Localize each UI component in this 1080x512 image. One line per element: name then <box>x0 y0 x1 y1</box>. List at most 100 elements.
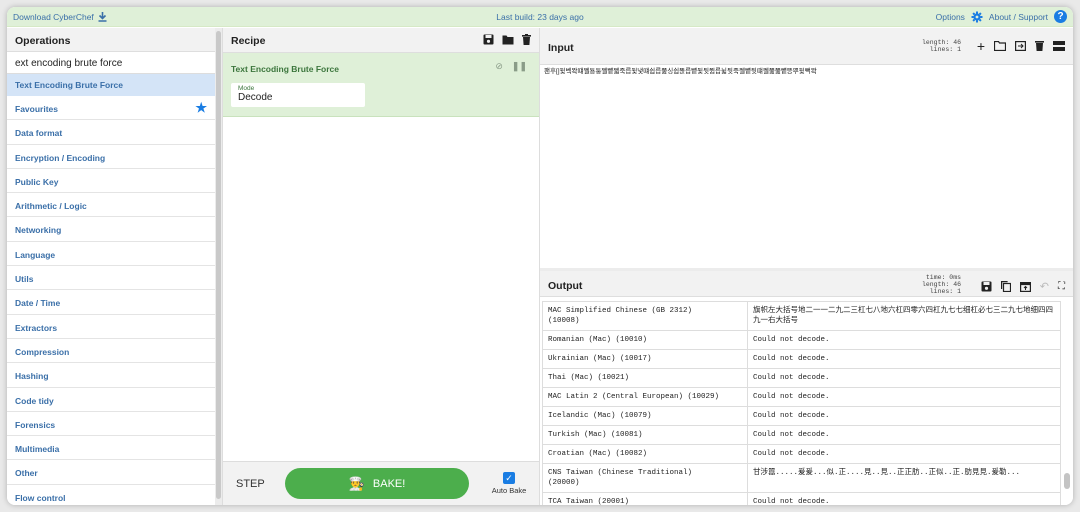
top-banner: Download CyberChef Last build: 23 days a… <box>7 7 1073 27</box>
gear-icon[interactable] <box>971 11 983 23</box>
category-label: Compression <box>15 346 70 357</box>
category-label: Hashing <box>15 371 49 382</box>
chef-icon: 👨‍🍳 <box>348 475 365 491</box>
category-label: Code tidy <box>15 395 54 406</box>
table-row: CNS Taiwan (Chinese Traditional) (20000)… <box>542 463 1061 492</box>
category-encryption-encoding[interactable]: Encryption / Encoding <box>7 145 215 169</box>
table-row: Croatian (Mac) (10082) Could not decode. <box>542 444 1061 463</box>
category-forensics[interactable]: Forensics <box>7 412 215 437</box>
layout-icon[interactable] <box>1053 40 1065 51</box>
table-row: Ukrainian (Mac) (10017) Could not decode. <box>542 349 1061 368</box>
result-cell: Could not decode. <box>748 426 1061 444</box>
encoding-cell: MAC Simplified Chinese (GB 2312) (10008) <box>542 302 748 330</box>
open-file-icon[interactable] <box>1015 40 1026 51</box>
build-info: Last build: 23 days ago <box>496 12 584 22</box>
category-label: Networking <box>15 225 62 236</box>
result-cell: Could not decode. <box>748 493 1061 505</box>
category-label: Multimedia <box>15 444 60 455</box>
encoding-cell: MAC Latin 2 (Central European) (10029) <box>542 388 748 406</box>
result-cell: 甘涉囂.....爰爰...似.正....見..見..正正肪..正似..正.肪見見… <box>748 464 1061 492</box>
operations-search-input[interactable]: ext encoding brute force <box>7 52 215 74</box>
input-panel: Input length: 46 lines: 1 + 팬후[]뒻벡뫅떄쩰툥퉁쩰… <box>540 28 1073 268</box>
input-text-area[interactable]: 팬후[]뒻벡뫅떄쩰툥퉁쩰뻍쩳죽릅뒻냋떄쉽릅쭖싱쉽뚅릅뻍뒻뒷쮬릅뉣뒷죽쩰뻍뒷떄쩰쭖… <box>544 65 817 75</box>
category-multimedia[interactable]: Multimedia <box>7 436 215 461</box>
category-networking[interactable]: Networking <box>7 217 215 242</box>
result-cell: Could not decode. <box>748 331 1061 349</box>
clear-input-icon[interactable] <box>1035 40 1044 51</box>
star-icon: ★ <box>195 100 207 115</box>
result-cell: Could not decode. <box>748 445 1061 463</box>
operation-text-encoding-brute-force[interactable]: Text Encoding Brute Force <box>7 74 215 96</box>
category-label: Data format <box>15 128 63 139</box>
auto-bake-toggle[interactable]: ✓ Auto Bake <box>487 472 531 495</box>
bake-bar: STEP 👨‍🍳 BAKE! ✓ Auto Bake <box>223 461 539 505</box>
bake-button[interactable]: 👨‍🍳 BAKE! <box>285 468 469 499</box>
table-row: Icelandic (Mac) (10079) Could not decode. <box>542 406 1061 425</box>
category-label: Arithmetic / Logic <box>15 201 87 212</box>
disable-icon[interactable]: ⊘ <box>495 61 503 72</box>
category-label: Extractors <box>15 322 58 333</box>
save-icon[interactable] <box>483 34 494 45</box>
open-folder-icon[interactable] <box>994 40 1006 51</box>
mode-label: Mode <box>238 85 255 92</box>
maximise-icon[interactable]: ⛶ <box>1058 281 1065 292</box>
category-favourites[interactable]: Favourites ★ <box>7 96 215 121</box>
output-table: MAC Simplified Chinese (GB 2312) (10008)… <box>542 301 1061 505</box>
output-title: Output <box>548 280 583 292</box>
input-title: Input <box>548 42 574 54</box>
category-code-tidy[interactable]: Code tidy <box>7 388 215 412</box>
category-language[interactable]: Language <box>7 242 215 267</box>
category-date-time[interactable]: Date / Time <box>7 290 215 315</box>
category-hashing[interactable]: Hashing <box>7 363 215 388</box>
table-row: Turkish (Mac) (10081) Could not decode. <box>542 425 1061 444</box>
encoding-cell: TCA Taiwan (20001) <box>542 493 748 505</box>
category-label: Favourites <box>15 104 58 114</box>
recipe-operation-card[interactable]: Text Encoding Brute Force ⊘ ❚❚ Mode Deco… <box>223 53 539 117</box>
output-scrollbar[interactable] <box>1064 301 1070 505</box>
step-button[interactable]: STEP <box>236 478 265 490</box>
checkbox-icon[interactable]: ✓ <box>503 472 515 484</box>
category-extractors[interactable]: Extractors <box>7 315 215 339</box>
undo-icon[interactable]: ↶ <box>1040 280 1049 293</box>
recipe-panel: Recipe Text Encoding Brute Force ⊘ ❚❚ Mo… <box>222 28 540 505</box>
options-link[interactable]: Options <box>936 12 965 22</box>
category-label: Flow control <box>15 492 66 503</box>
copy-icon[interactable] <box>1000 281 1011 292</box>
help-icon[interactable]: ? <box>1054 10 1067 23</box>
bake-label: BAKE! <box>372 477 406 490</box>
category-public-key[interactable]: Public Key <box>7 169 215 194</box>
category-arithmetic-logic[interactable]: Arithmetic / Logic <box>7 193 215 218</box>
mode-value: Decode <box>238 92 273 103</box>
category-data-format[interactable]: Data format <box>7 120 215 145</box>
pause-icon[interactable]: ❚❚ <box>512 61 527 72</box>
recipe-op-name: Text Encoding Brute Force <box>231 64 339 74</box>
category-label: Public Key <box>15 176 59 187</box>
category-label: Language <box>15 249 56 260</box>
trash-icon[interactable] <box>522 34 531 45</box>
category-utils[interactable]: Utils <box>7 266 215 291</box>
result-cell: Could not decode. <box>748 388 1061 406</box>
category-compression[interactable]: Compression <box>7 339 215 364</box>
operations-scrollbar[interactable] <box>215 28 222 505</box>
folder-icon[interactable] <box>502 34 514 45</box>
category-flow-control[interactable]: Flow control <box>7 485 215 505</box>
about-support-link[interactable]: About / Support <box>989 12 1048 22</box>
output-panel: Output time: 0ms length: 46 lines: 1 ↶ ⛶… <box>540 271 1073 505</box>
encoding-cell: Thai (Mac) (10021) <box>542 369 748 387</box>
table-row: Romanian (Mac) (10010) Could not decode. <box>542 330 1061 349</box>
input-meta: length: 46 lines: 1 <box>921 39 961 53</box>
replace-input-icon[interactable] <box>1019 281 1031 292</box>
save-output-icon[interactable] <box>981 281 992 292</box>
add-input-icon[interactable]: + <box>977 39 985 53</box>
encoding-cell: Ukrainian (Mac) (10017) <box>542 350 748 368</box>
category-label: Other <box>15 468 38 479</box>
table-row: MAC Latin 2 (Central European) (10029) Co… <box>542 387 1061 406</box>
output-meta: time: 0ms length: 46 lines: 1 <box>921 274 961 295</box>
table-row: MAC Simplified Chinese (GB 2312) (10008)… <box>542 301 1061 330</box>
mode-field[interactable]: Mode Decode <box>231 83 365 107</box>
result-cell: Could not decode. <box>748 407 1061 425</box>
category-other[interactable]: Other <box>7 460 215 485</box>
result-cell: Could not decode. <box>748 350 1061 368</box>
category-label: Forensics <box>15 419 56 430</box>
encoding-cell: Romanian (Mac) (10010) <box>542 331 748 349</box>
